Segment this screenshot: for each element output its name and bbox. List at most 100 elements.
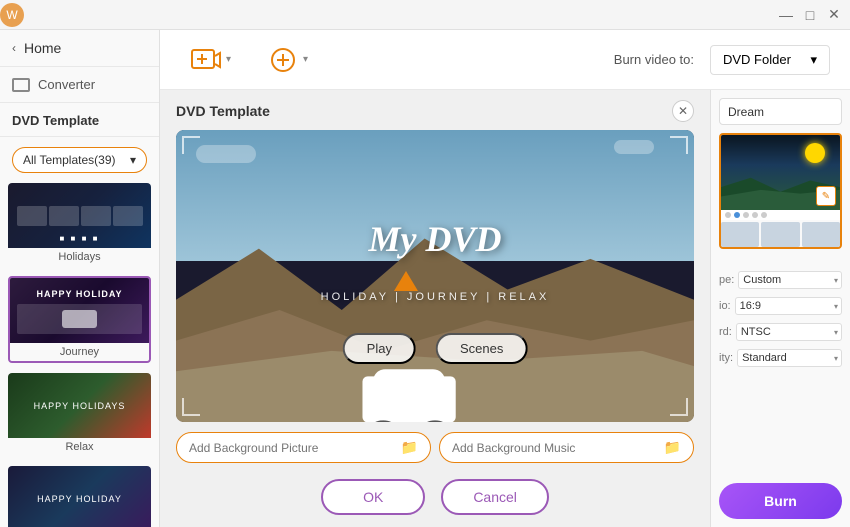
main-area: ▾ ▾ Burn video to: DVD Folder ▾ DVD Tem — [160, 30, 850, 527]
home-label: Home — [24, 40, 61, 56]
dialog-close-button[interactable]: ✕ — [672, 100, 694, 122]
preview-bg: My DVD HOLIDAY | JOURNEY | RELAX Play Sc… — [176, 130, 694, 422]
template-name-journey: Journey — [10, 343, 149, 361]
corner-decoration-bl — [182, 398, 200, 416]
ratio-select[interactable]: 16:9 4:3 — [735, 297, 842, 315]
dialog-title: DVD Template — [176, 103, 672, 119]
dvd-main-title: My DVD — [369, 218, 502, 260]
journey-thumb-car — [17, 304, 142, 334]
app-icon: W — [0, 3, 24, 27]
add-video-button[interactable]: ▾ — [180, 38, 241, 82]
template4-thumb-text: HAPPY HOLIDAY — [37, 494, 122, 504]
bg-music-folder-icon[interactable]: 📁 — [664, 439, 681, 456]
sidebar-nav-home[interactable]: ‹ Home — [0, 30, 159, 67]
sidebar: ‹ Home Converter DVD Template All Templa… — [0, 30, 160, 527]
quality-field-label: ity: — [719, 352, 733, 364]
bg-picture-wrap: 📁 — [176, 432, 431, 463]
dvd-template-header: DVD Template — [0, 103, 159, 137]
strip-item — [17, 206, 47, 226]
burn-destination-dropdown[interactable]: DVD Folder ▾ — [710, 45, 830, 75]
relax-thumb-text: HAPPY HOLIDAYS — [34, 401, 126, 411]
thumb-strip-small — [721, 222, 759, 247]
ok-button[interactable]: OK — [321, 479, 425, 515]
converter-icon — [12, 78, 30, 92]
triangle-indicator — [394, 271, 418, 291]
standard-field-wrap: NTSC PAL ▾ — [736, 323, 842, 341]
template-thumb-journey: HAPPY HOLIDAY — [10, 278, 149, 343]
maximize-button[interactable]: □ — [802, 7, 818, 23]
bg-music-input[interactable] — [452, 441, 656, 455]
add-video-icon — [190, 44, 222, 76]
back-arrow-icon: ‹ — [12, 41, 16, 55]
add-chapter-button[interactable]: ▾ — [257, 38, 318, 82]
template-item-4[interactable]: HAPPY HOLIDAY — [8, 466, 151, 527]
bg-picture-folder-icon[interactable]: 📁 — [401, 439, 418, 456]
standard-field-row: rd: NTSC PAL ▾ — [719, 323, 842, 341]
type-select[interactable]: Custom Standard Widescreen — [738, 271, 842, 289]
thumb-dot — [725, 212, 731, 218]
play-button[interactable]: Play — [343, 333, 416, 364]
bg-music-wrap: 📁 — [439, 432, 694, 463]
sidebar-item-converter[interactable]: Converter — [0, 67, 159, 103]
thumb-strip-small — [761, 222, 799, 247]
thumb-strip-small — [802, 222, 840, 247]
type-field-row: pe: Custom Standard Widescreen ▾ — [719, 271, 842, 289]
template-item-journey[interactable]: HAPPY HOLIDAY Journey — [8, 276, 151, 363]
car-shape — [62, 310, 97, 328]
preview-container: My DVD HOLIDAY | JOURNEY | RELAX Play Sc… — [160, 130, 710, 527]
strip-item — [49, 206, 79, 226]
holidays-thumb-text: ■ ■ ■ ■ — [60, 234, 100, 243]
standard-select[interactable]: NTSC PAL — [736, 323, 842, 341]
thumb-dot-active — [734, 212, 740, 218]
preview-thumb: ✎ — [721, 135, 840, 210]
template-name-relax: Relax — [8, 438, 151, 456]
burn-dropdown-chevron: ▾ — [810, 52, 817, 68]
scenes-button[interactable]: Scenes — [436, 333, 527, 364]
template-list: ■ ■ ■ ■ Holidays HAPPY HOLIDAY Journey — [0, 183, 159, 527]
title-bar: W — □ ✕ — [0, 0, 850, 30]
strip-item — [113, 206, 143, 226]
burn-destination-value: DVD Folder — [723, 52, 791, 67]
burn-button[interactable]: Burn — [719, 483, 842, 519]
type-field-label: pe: — [719, 274, 734, 286]
minimize-button[interactable]: — — [778, 7, 794, 23]
add-chapter-chevron: ▾ — [303, 54, 308, 65]
ratio-field-row: io: 16:9 4:3 ▾ — [719, 297, 842, 315]
preview-frame: My DVD HOLIDAY | JOURNEY | RELAX Play Sc… — [176, 130, 694, 422]
template-name-holidays: Holidays — [8, 248, 151, 266]
add-chapter-icon — [267, 44, 299, 76]
thumb-strips — [721, 222, 840, 247]
burn-to-label: Burn video to: — [614, 52, 694, 67]
toolbar: ▾ ▾ Burn video to: DVD Folder ▾ — [160, 30, 850, 90]
search-input[interactable] — [728, 105, 850, 119]
thumb-edit-icon[interactable]: ✎ — [816, 186, 836, 206]
template-thumb-4: HAPPY HOLIDAY — [8, 466, 151, 527]
cancel-button[interactable]: Cancel — [441, 479, 549, 515]
close-button[interactable]: ✕ — [826, 6, 842, 23]
template-dropdown[interactable]: All Templates(39) ▾ — [12, 147, 147, 173]
spacer — [719, 257, 842, 263]
dropdown-label: All Templates(39) — [23, 153, 115, 167]
quality-select[interactable]: Standard High — [737, 349, 842, 367]
thumb-dot — [743, 212, 749, 218]
bg-picture-input[interactable] — [189, 441, 393, 455]
cloud — [614, 140, 654, 154]
template-thumb-relax: HAPPY HOLIDAYS — [8, 373, 151, 438]
template-item-relax[interactable]: HAPPY HOLIDAYS Relax — [8, 373, 151, 456]
bg-inputs: 📁 📁 — [176, 432, 694, 463]
ratio-field-wrap: 16:9 4:3 ▾ — [735, 297, 842, 315]
dvd-dialog: DVD Template ✕ — [160, 90, 710, 527]
converter-label: Converter — [38, 77, 95, 92]
right-panel: ▶ ✎ — [710, 90, 850, 527]
quality-field-row: ity: Standard High ▾ — [719, 349, 842, 367]
dialog-actions: OK Cancel — [176, 471, 694, 527]
template-thumb-holidays: ■ ■ ■ ■ — [8, 183, 151, 248]
content-area: DVD Template ✕ — [160, 90, 850, 527]
thumb-strip — [13, 202, 147, 230]
thumb-dot — [761, 212, 767, 218]
add-video-chevron: ▾ — [226, 54, 231, 65]
quality-field-wrap: Standard High ▾ — [737, 349, 842, 367]
ratio-field-label: io: — [719, 300, 731, 312]
template-item-holidays[interactable]: ■ ■ ■ ■ Holidays — [8, 183, 151, 266]
dialog-header: DVD Template ✕ — [160, 90, 710, 130]
